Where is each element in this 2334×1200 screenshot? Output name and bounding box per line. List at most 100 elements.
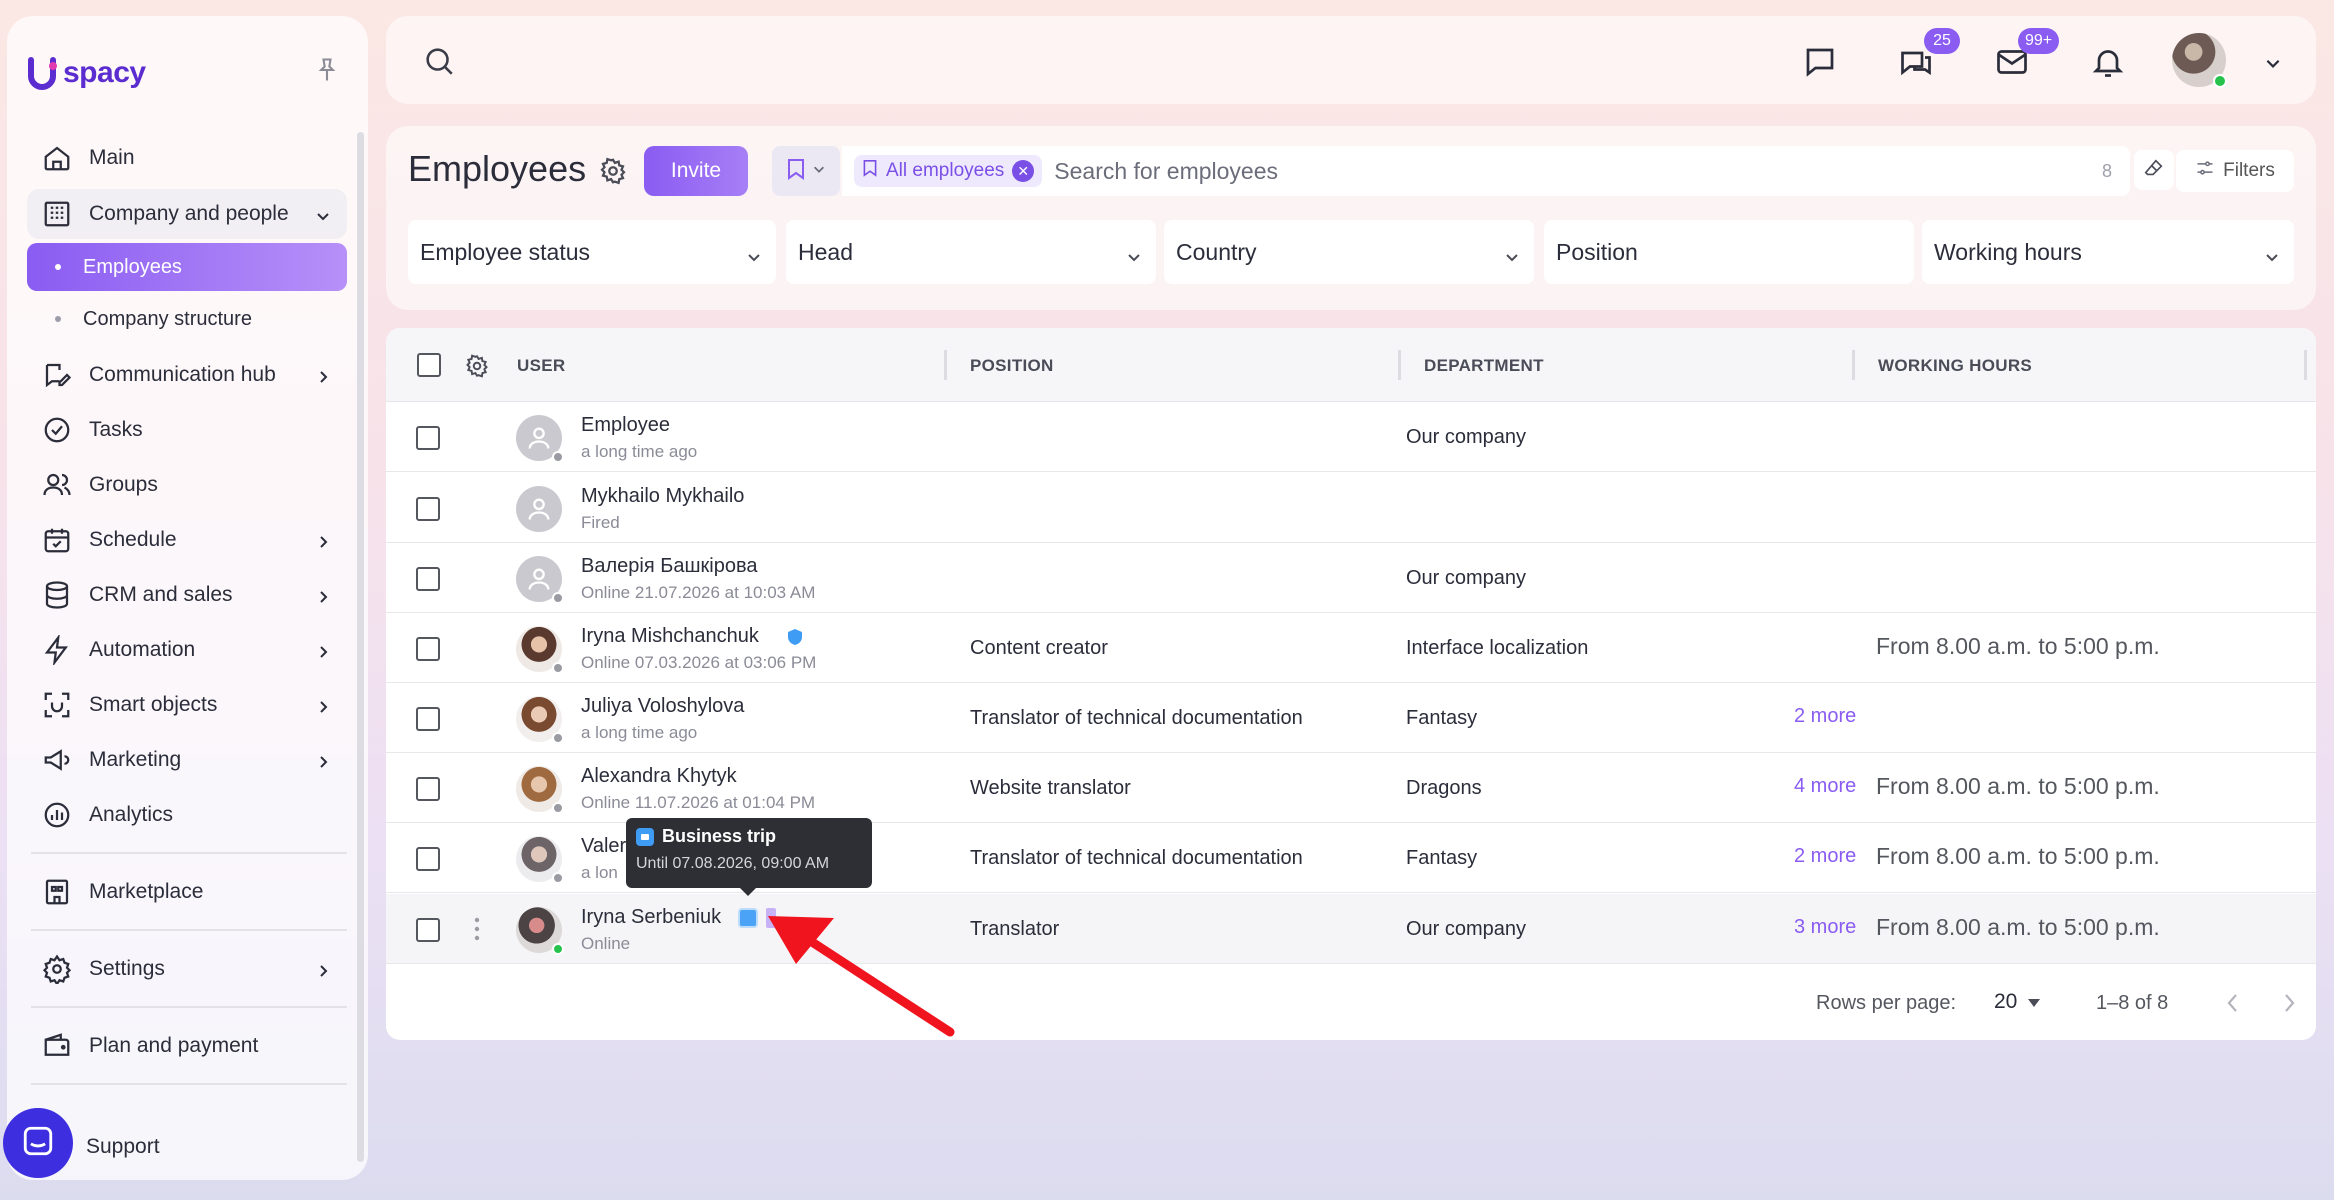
row-checkbox[interactable] bbox=[416, 918, 440, 942]
position-input[interactable]: Position bbox=[1544, 220, 1914, 284]
more-departments-link[interactable]: 2 more bbox=[1794, 705, 1856, 728]
close-icon[interactable]: ✕ bbox=[1012, 160, 1035, 182]
gear-icon[interactable] bbox=[464, 353, 490, 379]
column-resizer[interactable] bbox=[2304, 350, 2307, 380]
rows-per-page-select[interactable]: 20 bbox=[1994, 990, 2041, 1014]
row-checkbox[interactable] bbox=[416, 497, 440, 521]
working-hours-select[interactable]: Working hours bbox=[1922, 220, 2294, 284]
column-header-user[interactable]: USER bbox=[517, 356, 565, 376]
user-name[interactable]: Employee bbox=[581, 414, 670, 437]
column-resizer[interactable] bbox=[1398, 350, 1401, 380]
column-header-position[interactable]: POSITION bbox=[970, 356, 1054, 376]
sidebar-item-tasks[interactable]: Tasks bbox=[27, 402, 347, 457]
user-status: a long time ago bbox=[581, 723, 698, 742]
row-menu-icon[interactable] bbox=[474, 916, 480, 942]
sidebar-item-plan-and-payment[interactable]: Plan and payment bbox=[27, 1018, 347, 1073]
chevron-right-icon bbox=[315, 367, 331, 383]
row-checkbox[interactable] bbox=[416, 426, 440, 450]
business-trip-tooltip: Business trip Until 07.08.2026, 09:00 AM bbox=[626, 818, 872, 896]
sidebar-item-settings[interactable]: Settings bbox=[27, 941, 347, 996]
column-header-working-hours[interactable]: WORKING HOURS bbox=[1878, 356, 2032, 376]
gear-icon[interactable] bbox=[598, 156, 628, 186]
status-flag-icon[interactable] bbox=[766, 908, 776, 928]
sidebar-item-main[interactable]: Main bbox=[27, 130, 347, 185]
sidebar-item-crm-and-sales[interactable]: CRM and sales bbox=[27, 567, 347, 622]
table-row[interactable]: Juliya Voloshylova a long time ago Trans… bbox=[386, 683, 2316, 753]
search-icon[interactable] bbox=[422, 44, 456, 78]
saved-filters-button[interactable] bbox=[772, 146, 840, 196]
table-row[interactable]: Alexandra Khytyk Online 11.07.2026 at 01… bbox=[386, 753, 2316, 823]
table-row[interactable]: Employee a long time ago Our company bbox=[386, 402, 2316, 472]
user-name[interactable]: Iryna Mishchanchuk bbox=[581, 625, 759, 648]
select-label: Head bbox=[798, 238, 853, 265]
sidebar-item-company-and-people[interactable]: Company and people bbox=[27, 189, 347, 239]
employee-status-select[interactable]: Employee status bbox=[408, 220, 776, 284]
working-hours-cell: From 8.00 a.m. to 5:00 p.m. bbox=[1876, 914, 2160, 940]
row-checkbox[interactable] bbox=[416, 847, 440, 871]
sliders-icon bbox=[2195, 158, 2215, 184]
user-name[interactable]: Juliya Voloshylova bbox=[581, 695, 744, 718]
table-row[interactable]: Iryna Mishchanchuk Online 07.03.2026 at … bbox=[386, 613, 2316, 683]
filter-chip[interactable]: All employees ✕ bbox=[854, 155, 1043, 187]
sidebar-item-company-structure[interactable]: Company structure bbox=[27, 295, 347, 343]
sidebar-item-smart-objects[interactable]: Smart objects bbox=[27, 677, 347, 732]
previous-page-icon[interactable] bbox=[2224, 992, 2242, 1014]
table-row[interactable]: Mykhailo Mykhailo Fired bbox=[386, 473, 2316, 543]
row-checkbox[interactable] bbox=[416, 567, 440, 591]
invite-button[interactable]: Invite bbox=[644, 146, 748, 196]
database-icon bbox=[41, 579, 73, 611]
clear-filters-button[interactable] bbox=[2134, 150, 2174, 190]
more-departments-link[interactable]: 3 more bbox=[1794, 916, 1856, 939]
sidebar-item-employees[interactable]: Employees bbox=[27, 243, 347, 291]
sidebar-item-marketing[interactable]: Marketing bbox=[27, 732, 347, 787]
logo-text: spacy bbox=[63, 56, 146, 89]
pagination: Rows per page: 20 1–8 of 8 bbox=[386, 968, 2316, 1040]
sidebar-item-support[interactable]: Support bbox=[86, 1135, 160, 1159]
sidebar-scrollbar[interactable] bbox=[357, 132, 364, 1162]
message-icon[interactable] bbox=[1802, 44, 1838, 80]
table-row[interactable]: Валерія Башкірова Online 21.07.2026 at 1… bbox=[386, 543, 2316, 613]
user-name[interactable]: Валерія Башкірова bbox=[581, 555, 757, 578]
column-header-department[interactable]: DEPARTMENT bbox=[1424, 356, 1544, 376]
user-name[interactable]: Iryna Serbeniuk bbox=[581, 906, 721, 929]
chevron-down-icon[interactable] bbox=[2264, 54, 2282, 72]
chevron-right-icon bbox=[315, 961, 331, 977]
more-departments-link[interactable]: 4 more bbox=[1794, 775, 1856, 798]
row-checkbox[interactable] bbox=[416, 637, 440, 661]
user-name[interactable]: Alexandra Khytyk bbox=[581, 765, 737, 788]
head-select[interactable]: Head bbox=[786, 220, 1156, 284]
chevron-down-icon bbox=[746, 244, 762, 262]
table-row[interactable]: Iryna Serbeniuk Online Translator Our co… bbox=[386, 894, 2316, 964]
row-checkbox[interactable] bbox=[416, 707, 440, 731]
next-page-icon[interactable] bbox=[2280, 992, 2298, 1014]
avatar[interactable] bbox=[516, 486, 562, 532]
column-resizer[interactable] bbox=[1852, 350, 1855, 380]
user-name[interactable]: Valer bbox=[581, 835, 626, 858]
sidebar-item-marketplace[interactable]: Marketplace bbox=[27, 864, 347, 919]
sidebar-item-groups[interactable]: Groups bbox=[27, 457, 347, 512]
support-chat-button[interactable] bbox=[3, 1108, 73, 1178]
page-range: 1–8 of 8 bbox=[2096, 992, 2169, 1014]
chevron-right-icon bbox=[315, 642, 331, 658]
mail-icon[interactable]: 99+ bbox=[1994, 28, 2060, 80]
more-departments-link[interactable]: 2 more bbox=[1794, 845, 1856, 868]
row-checkbox[interactable] bbox=[416, 777, 440, 801]
column-resizer[interactable] bbox=[944, 350, 947, 380]
select-all-checkbox[interactable] bbox=[417, 353, 441, 377]
chats-icon[interactable]: 25 bbox=[1898, 28, 1960, 80]
logo[interactable]: spacy bbox=[25, 56, 146, 90]
bell-icon[interactable] bbox=[2090, 44, 2126, 80]
search-input[interactable] bbox=[1054, 157, 1955, 185]
pin-icon[interactable] bbox=[313, 56, 341, 84]
employee-search-field[interactable]: All employees ✕ 8 bbox=[842, 146, 2130, 196]
sidebar-item-automation[interactable]: Automation bbox=[27, 622, 347, 677]
megaphone-icon bbox=[41, 744, 73, 776]
sidebar-item-analytics[interactable]: Analytics bbox=[27, 787, 347, 842]
sidebar-item-communication-hub[interactable]: Communication hub bbox=[27, 347, 347, 402]
user-avatar[interactable] bbox=[2172, 33, 2227, 88]
filters-button[interactable]: Filters bbox=[2176, 150, 2294, 192]
user-name[interactable]: Mykhailo Mykhailo bbox=[581, 485, 744, 508]
country-select[interactable]: Country bbox=[1164, 220, 1534, 284]
sidebar-item-schedule[interactable]: Schedule bbox=[27, 512, 347, 567]
business-trip-icon[interactable] bbox=[738, 908, 758, 928]
